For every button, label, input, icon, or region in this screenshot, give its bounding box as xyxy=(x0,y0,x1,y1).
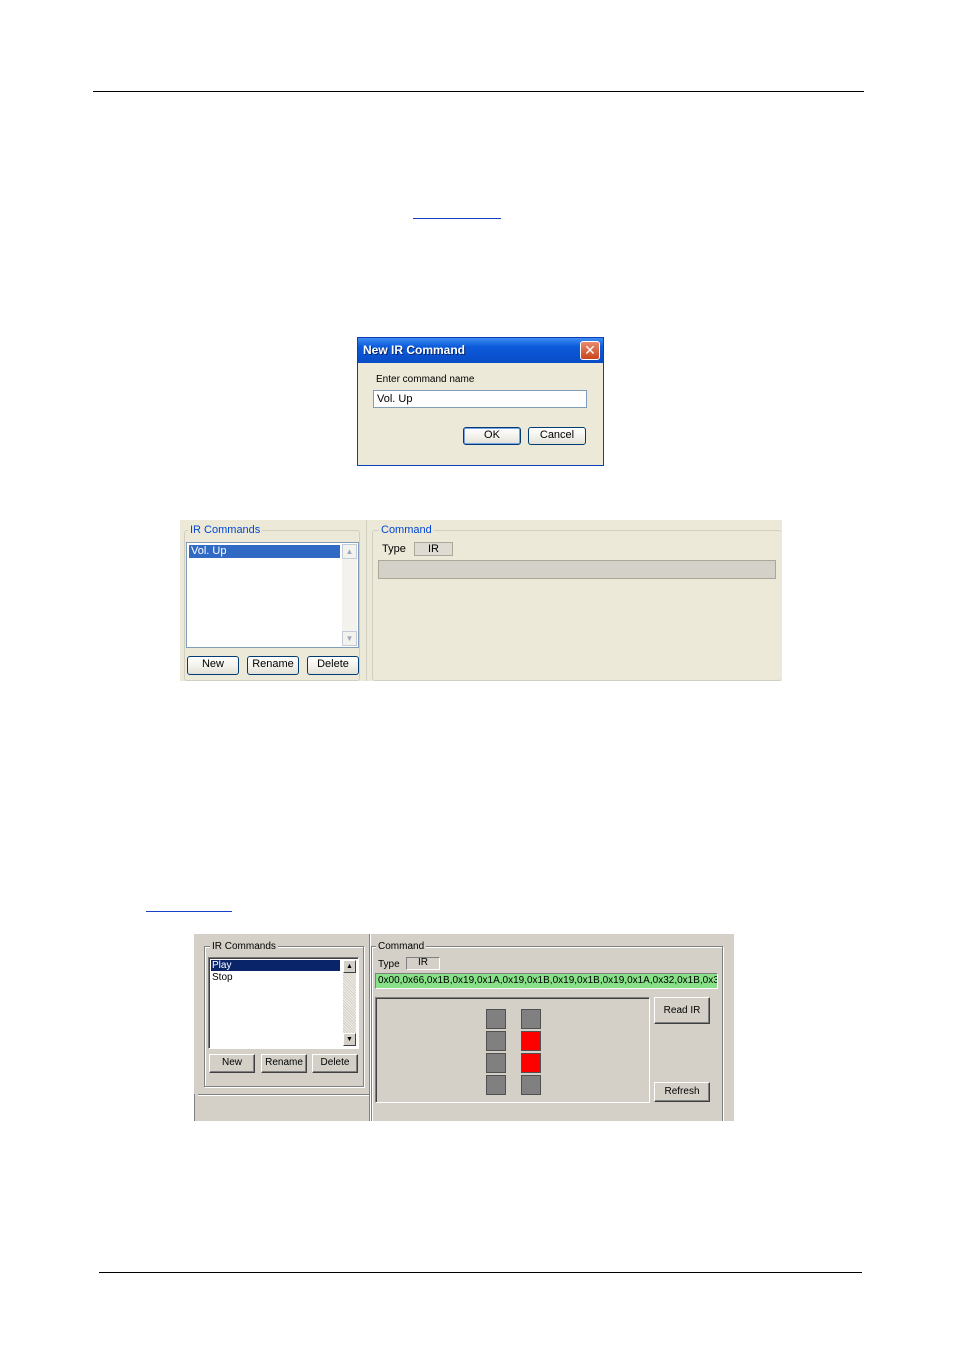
ir-commands-list[interactable]: Vol. Up ▲ ▼ xyxy=(186,542,359,648)
read-ir-button[interactable]: Read IR xyxy=(654,997,710,1024)
ir-code-field[interactable] xyxy=(378,560,776,579)
delete-button[interactable]: Delete xyxy=(307,656,359,675)
scroll-down-icon[interactable]: ▼ xyxy=(343,1033,356,1046)
ir-commands-list[interactable]: Play Stop ▲ ▼ xyxy=(208,957,359,1049)
command-name-input[interactable]: Vol. Up xyxy=(373,390,587,408)
ir-commands-group-title: IR Commands xyxy=(210,941,278,952)
dialog-title: New IR Command xyxy=(363,343,466,357)
led-indicator xyxy=(521,1053,541,1073)
list-item[interactable]: Stop xyxy=(211,972,340,983)
refresh-button[interactable]: Refresh xyxy=(654,1082,710,1102)
ir-command-panel-2: IR Commands Play Stop ▲ ▼ New Rename Del… xyxy=(194,934,734,1121)
list-scrollbar[interactable]: ▲ ▼ xyxy=(343,960,356,1046)
list-item[interactable]: Vol. Up xyxy=(189,545,340,558)
led-indicator xyxy=(486,1053,506,1073)
rename-button[interactable]: Rename xyxy=(261,1054,307,1073)
led-indicator xyxy=(521,1009,541,1029)
dialog-body: Enter command name Vol. Up OK Cancel xyxy=(358,363,603,465)
led-indicator xyxy=(486,1031,506,1051)
delete-button[interactable]: Delete xyxy=(312,1054,358,1073)
footer-rule xyxy=(99,1272,862,1273)
led-indicator xyxy=(521,1031,541,1051)
figure-link-1[interactable] xyxy=(413,218,501,219)
left-edge xyxy=(194,1094,195,1121)
panel-divider xyxy=(369,934,370,1121)
new-button[interactable]: New xyxy=(187,656,239,675)
group-bottom-line xyxy=(198,1094,369,1095)
list-item[interactable]: Play xyxy=(211,960,340,971)
dialog-titlebar: New IR Command ✕ xyxy=(358,338,603,363)
panel-divider xyxy=(366,520,367,681)
type-label: Type xyxy=(382,543,406,555)
cancel-button[interactable]: Cancel xyxy=(528,427,586,445)
close-icon[interactable]: ✕ xyxy=(580,341,600,360)
ir-command-panel-1: IR Commands Vol. Up ▲ ▼ New Rename Delet… xyxy=(180,520,782,681)
led-indicator xyxy=(486,1009,506,1029)
command-name-label: Enter command name xyxy=(376,374,475,385)
ok-button[interactable]: OK xyxy=(463,427,521,445)
scroll-up-icon[interactable]: ▲ xyxy=(343,960,356,973)
figure-link-2[interactable] xyxy=(146,911,232,912)
type-label: Type xyxy=(378,959,400,970)
scroll-down-icon[interactable]: ▼ xyxy=(342,631,357,646)
ir-signal-display xyxy=(375,997,650,1103)
ir-commands-group-title: IR Commands xyxy=(188,524,263,536)
command-group-title: Command xyxy=(376,941,427,952)
new-ir-command-dialog: New IR Command ✕ Enter command name Vol.… xyxy=(357,337,604,466)
list-scrollbar[interactable]: ▲ ▼ xyxy=(342,544,357,646)
header-rule xyxy=(93,91,864,92)
ir-code-field[interactable]: 0x00,0x66,0x1B,0x19,0x1A,0x19,0x1B,0x19,… xyxy=(375,973,718,989)
type-value: IR xyxy=(414,542,453,556)
scroll-up-icon[interactable]: ▲ xyxy=(342,544,357,559)
command-group-title: Command xyxy=(379,524,434,536)
led-indicator xyxy=(521,1075,541,1095)
new-button[interactable]: New xyxy=(209,1054,255,1073)
led-indicator xyxy=(486,1075,506,1095)
rename-button[interactable]: Rename xyxy=(247,656,299,675)
type-value: IR xyxy=(406,957,440,970)
